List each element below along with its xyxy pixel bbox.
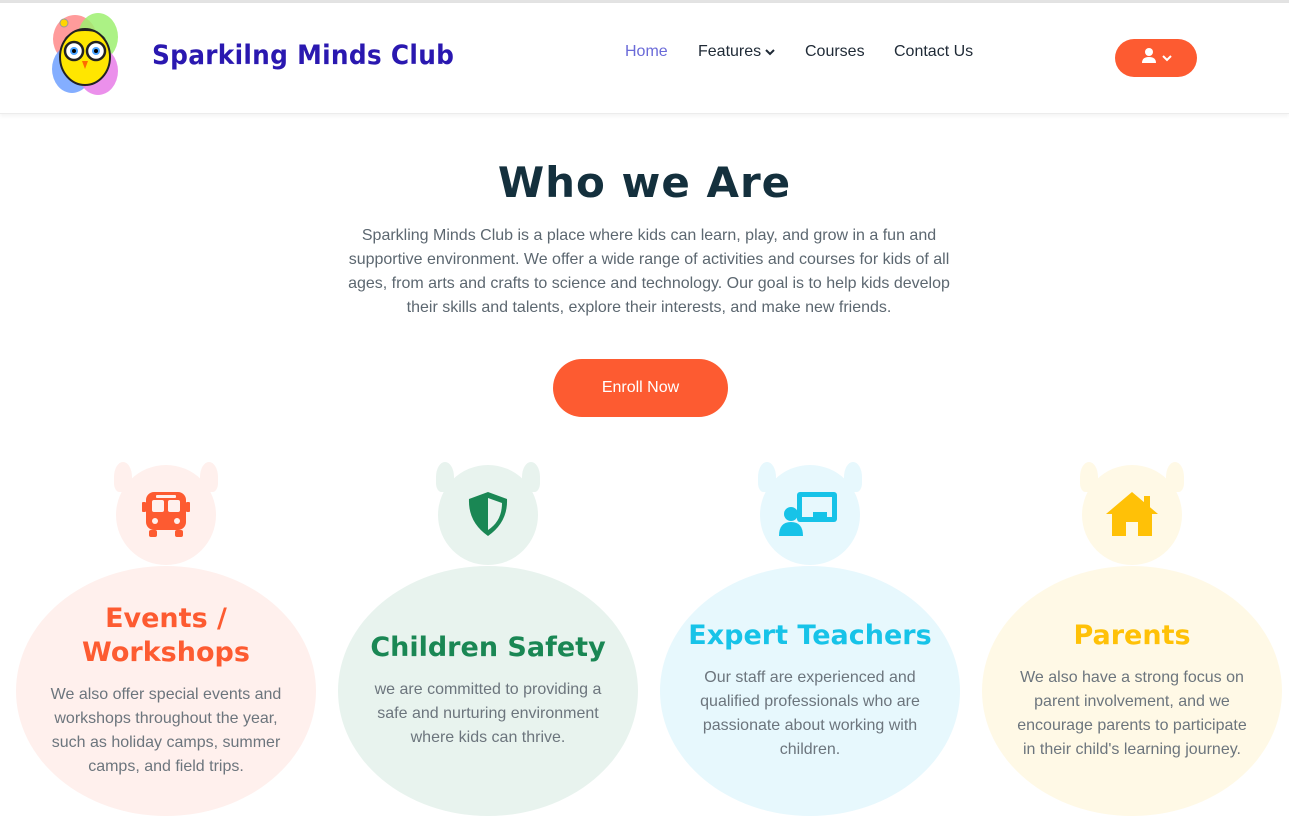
nav-home[interactable]: Home <box>625 43 668 61</box>
nav-features-label: Features <box>698 43 762 60</box>
feature-card-teachers: Expert Teachers Our staff are experience… <box>660 462 960 822</box>
user-menu-button[interactable] <box>1115 39 1197 77</box>
feature-card-safety: Children Safety we are committed to prov… <box>338 462 638 822</box>
user-icon <box>1141 47 1157 69</box>
navbar: Sparkilng Minds Club Home Features Cours… <box>0 3 1289 114</box>
feature-description: We also have a strong focus on parent in… <box>1017 669 1247 758</box>
intro-paragraph: Sparkling Minds Club is a place where ki… <box>348 227 950 316</box>
feature-description: We also offer special events and worksho… <box>50 686 282 775</box>
nav-features[interactable]: Features <box>698 43 775 61</box>
feature-title: Expert Teachers <box>688 620 932 651</box>
feature-card-parents: Parents We also have a strong focus on p… <box>982 462 1282 822</box>
nav-courses[interactable]: Courses <box>805 43 865 61</box>
enroll-now-button[interactable]: Enroll Now <box>553 359 728 417</box>
home-icon <box>1106 488 1158 540</box>
chevron-down-icon <box>765 43 775 61</box>
feature-card-events: Events / Workshops We also offer special… <box>16 462 316 822</box>
shield-icon <box>462 488 514 540</box>
feature-title: Events / Workshops <box>82 603 250 668</box>
feature-title: Parents <box>1073 620 1191 651</box>
owl-logo-icon <box>52 13 118 95</box>
logo[interactable] <box>50 9 120 99</box>
feature-description: we are committed to providing a safe and… <box>374 681 602 746</box>
brand-name[interactable]: Sparkilng Minds Club <box>152 40 454 71</box>
nav-contact-us[interactable]: Contact Us <box>894 43 973 61</box>
teacher-icon <box>779 488 837 540</box>
page-title: Who we Are <box>497 158 792 207</box>
bus-icon <box>140 488 192 540</box>
chevron-down-icon <box>1161 49 1172 67</box>
feature-title: Children Safety <box>370 632 606 663</box>
feature-description: Our staff are experienced and qualified … <box>700 669 920 758</box>
